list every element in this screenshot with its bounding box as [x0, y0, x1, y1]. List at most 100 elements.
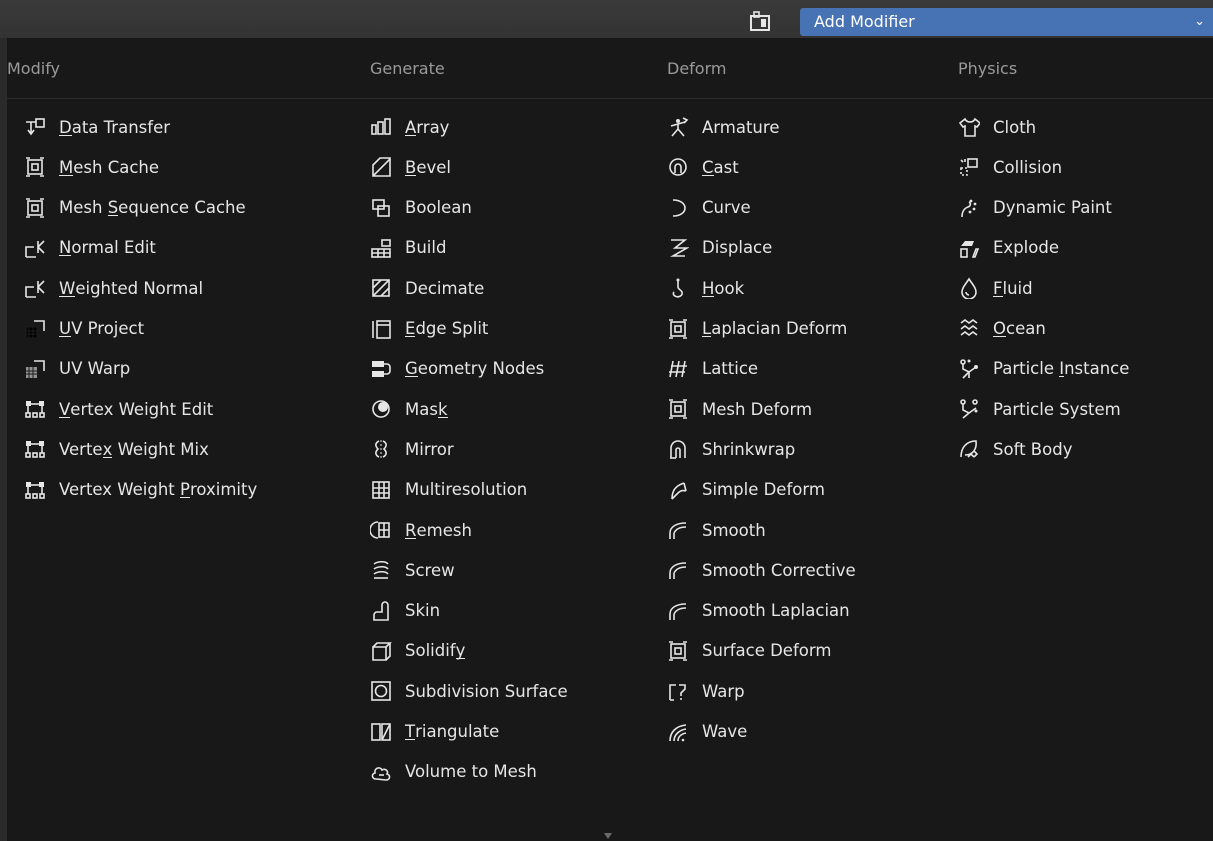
menu-item-lattice[interactable]: Lattice	[667, 349, 758, 389]
menu-item-mesh-sequence-cache[interactable]: Mesh Sequence Cache	[24, 188, 246, 228]
menu-item-label: Volume to Mesh	[405, 762, 537, 782]
cloth-icon	[958, 116, 980, 138]
menu-item-geometry-nodes[interactable]: Geometry Nodes	[370, 349, 544, 389]
menu-item-collision[interactable]: Collision	[958, 147, 1062, 187]
laplacian-deform-icon	[667, 318, 689, 340]
menu-item-volume-to-mesh[interactable]: Volume to Mesh	[370, 752, 537, 792]
menu-item-label: Skin	[405, 601, 441, 621]
menu-item-normal-edit[interactable]: Normal Edit	[24, 228, 156, 268]
menu-item-armature[interactable]: Armature	[667, 107, 779, 147]
dynamic-paint-icon	[958, 197, 980, 219]
menu-item-label: Subdivision Surface	[405, 681, 568, 701]
menu-item-boolean[interactable]: Boolean	[370, 188, 472, 228]
menu-item-label: Surface Deform	[702, 641, 832, 661]
menu-item-triangulate[interactable]: Triangulate	[370, 712, 499, 752]
menu-item-label: Triangulate	[405, 722, 500, 741]
skin-icon	[370, 600, 392, 622]
menu-item-array[interactable]: Array	[370, 107, 449, 147]
scroll-down-icon[interactable]	[604, 833, 612, 839]
menu-item-label: Fluid	[993, 278, 1033, 298]
menu-item-dynamic-paint[interactable]: Dynamic Paint	[958, 188, 1112, 228]
add-modifier-label: Add Modifier	[814, 12, 915, 31]
menu-item-skin[interactable]: Skin	[370, 591, 440, 631]
menu-item-fluid[interactable]: Fluid	[958, 268, 1033, 308]
menu-item-label: Mask	[405, 399, 448, 419]
menu-item-smooth-corrective[interactable]: Smooth Corrective	[667, 550, 856, 590]
menu-item-cloth[interactable]: Cloth	[958, 107, 1036, 147]
menu-item-label: Simple Deform	[702, 480, 825, 500]
menu-item-label: Mesh Sequence Cache	[59, 198, 246, 218]
normal-edit-icon	[24, 237, 46, 259]
menu-item-label: Vertex Weight Proximity	[59, 480, 258, 500]
shrinkwrap-icon	[667, 438, 689, 460]
menu-item-explode[interactable]: Explode	[958, 228, 1059, 268]
menu-item-mesh-deform[interactable]: Mesh Deform	[667, 389, 812, 429]
menu-item-label: Dynamic Paint	[993, 198, 1112, 218]
menu-item-uv-warp[interactable]: UV Warp	[24, 349, 130, 389]
menu-item-laplacian-deform[interactable]: Laplacian Deform	[667, 309, 847, 349]
weighted-normal-icon	[24, 277, 46, 299]
menu-item-label: UV Warp	[59, 359, 131, 379]
menu-item-label: Particle System	[993, 399, 1121, 419]
menu-item-weighted-normal[interactable]: Weighted Normal	[24, 268, 203, 308]
menu-item-label: Multiresolution	[405, 480, 528, 500]
menu-item-subdivision-surface[interactable]: Subdivision Surface	[370, 671, 568, 711]
menu-item-label: Array	[405, 117, 450, 137]
menu-item-vertex-weight-mix[interactable]: Vertex Weight Mix	[24, 429, 209, 469]
geometry-nodes-icon	[370, 358, 392, 380]
menu-item-surface-deform[interactable]: Surface Deform	[667, 631, 831, 671]
hook-icon	[667, 277, 689, 299]
menu-item-label: Ocean	[993, 319, 1046, 338]
menu-item-mesh-cache[interactable]: Mesh Cache	[24, 147, 159, 187]
menu-item-smooth-laplacian[interactable]: Smooth Laplacian	[667, 591, 850, 631]
menu-item-label: Edge Split	[405, 319, 489, 338]
menu-item-vertex-weight-edit[interactable]: Vertex Weight Edit	[24, 389, 213, 429]
menu-item-label: Weighted Normal	[59, 278, 204, 298]
menu-item-bevel[interactable]: Bevel	[370, 147, 451, 187]
add-modifier-menu: Modify Generate Deform Physics Data Tran…	[7, 38, 1213, 841]
menu-item-mask[interactable]: Mask	[370, 389, 448, 429]
menu-item-multiresolution[interactable]: Multiresolution	[370, 470, 527, 510]
menu-item-build[interactable]: Build	[370, 228, 446, 268]
volume-to-mesh-icon	[370, 761, 392, 783]
menu-item-uv-project[interactable]: UV Project	[24, 309, 144, 349]
menu-item-solidify[interactable]: Solidify	[370, 631, 466, 671]
menu-item-mirror[interactable]: Mirror	[370, 429, 454, 469]
menu-item-edge-split[interactable]: Edge Split	[370, 309, 488, 349]
warp-icon	[667, 680, 689, 702]
menu-item-particle-system[interactable]: Particle System	[958, 389, 1121, 429]
menu-item-label: Geometry Nodes	[405, 359, 545, 379]
menu-item-hook[interactable]: Hook	[667, 268, 744, 308]
menu-item-label: Decimate	[405, 278, 485, 298]
menu-item-label: Boolean	[405, 198, 472, 218]
menu-item-cast[interactable]: Cast	[667, 147, 739, 187]
menu-item-simple-deform[interactable]: Simple Deform	[667, 470, 825, 510]
menu-item-remesh[interactable]: Remesh	[370, 510, 472, 550]
menu-item-particle-instance[interactable]: Particle Instance	[958, 349, 1129, 389]
menu-item-vertex-weight-proximity[interactable]: Vertex Weight Proximity	[24, 470, 257, 510]
menu-item-label: Smooth Laplacian	[702, 601, 850, 621]
menu-item-wave[interactable]: Wave	[667, 712, 747, 752]
modifier-properties-icon[interactable]	[748, 10, 772, 32]
menu-item-warp[interactable]: Warp	[667, 671, 745, 711]
menu-item-label: Armature	[702, 117, 780, 137]
menu-item-shrinkwrap[interactable]: Shrinkwrap	[667, 429, 795, 469]
menu-item-displace[interactable]: Displace	[667, 228, 772, 268]
mask-icon	[370, 398, 392, 420]
menu-item-ocean[interactable]: Ocean	[958, 309, 1046, 349]
menu-item-decimate[interactable]: Decimate	[370, 268, 484, 308]
smooth-laplacian-icon	[667, 600, 689, 622]
chevron-down-icon: ⌄	[1194, 14, 1205, 29]
menu-item-curve[interactable]: Curve	[667, 188, 751, 228]
menu-item-label: Shrinkwrap	[702, 439, 796, 459]
menu-item-screw[interactable]: Screw	[370, 550, 455, 590]
menu-item-data-transfer[interactable]: Data Transfer	[24, 107, 170, 147]
add-modifier-dropdown[interactable]: Add Modifier ⌄	[800, 8, 1213, 36]
menu-item-smooth[interactable]: Smooth	[667, 510, 766, 550]
menu-item-label: Collision	[993, 157, 1063, 177]
menu-item-soft-body[interactable]: Soft Body	[958, 429, 1072, 469]
menu-item-label: Explode	[993, 238, 1059, 258]
mesh-sequence-cache-icon	[24, 197, 46, 219]
menu-item-label: Wave	[702, 722, 748, 741]
screw-icon	[370, 559, 392, 581]
